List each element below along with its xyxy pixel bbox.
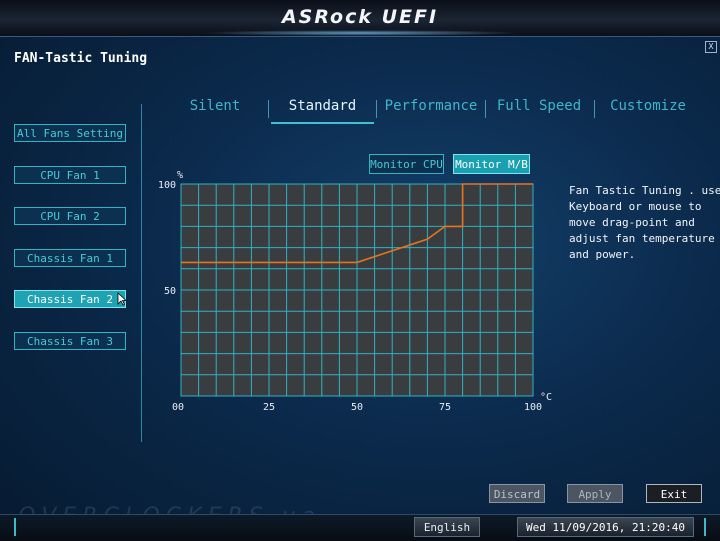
bottom-bar-accent	[14, 518, 16, 536]
chart-y-ticks: 0 50 100	[158, 180, 178, 413]
chart-x-tick-label: 100	[524, 402, 542, 413]
help-line: and power.	[569, 248, 636, 261]
language-selector[interactable]: English	[414, 517, 480, 537]
chart-x-axis-label: °C	[540, 392, 552, 403]
help-line: move drag-point and	[569, 216, 695, 229]
chart-x-tick-label: 75	[439, 402, 451, 413]
chart-y-tick-label: 0	[172, 402, 178, 413]
apply-button[interactable]: Apply	[567, 484, 623, 503]
help-text: Fan Tastic Tuning . use Keyboard or mous…	[569, 183, 720, 263]
help-line: Fan Tastic Tuning . use	[569, 184, 720, 197]
chart-y-axis-label: %	[177, 170, 183, 181]
fan-curve-chart[interactable]: 0 25 50 75 100 0 50 100 % °C	[0, 0, 720, 540]
chart-y-tick-label: 100	[158, 180, 176, 191]
exit-button[interactable]: Exit	[646, 484, 702, 503]
chart-x-tick-label: 50	[351, 402, 363, 413]
chart-x-ticks: 0 25 50 75 100	[178, 402, 542, 413]
chart-x-tick-label: 25	[263, 402, 275, 413]
discard-button[interactable]: Discard	[489, 484, 545, 503]
help-line: adjust fan temperature	[569, 232, 715, 245]
chart-x-tick-label: 0	[178, 402, 184, 413]
datetime-display: Wed 11/09/2016, 21:20:40	[517, 517, 694, 537]
bottom-bar-accent	[704, 518, 706, 536]
help-line: Keyboard or mouse to	[569, 200, 702, 213]
chart-y-tick-label: 50	[164, 286, 176, 297]
